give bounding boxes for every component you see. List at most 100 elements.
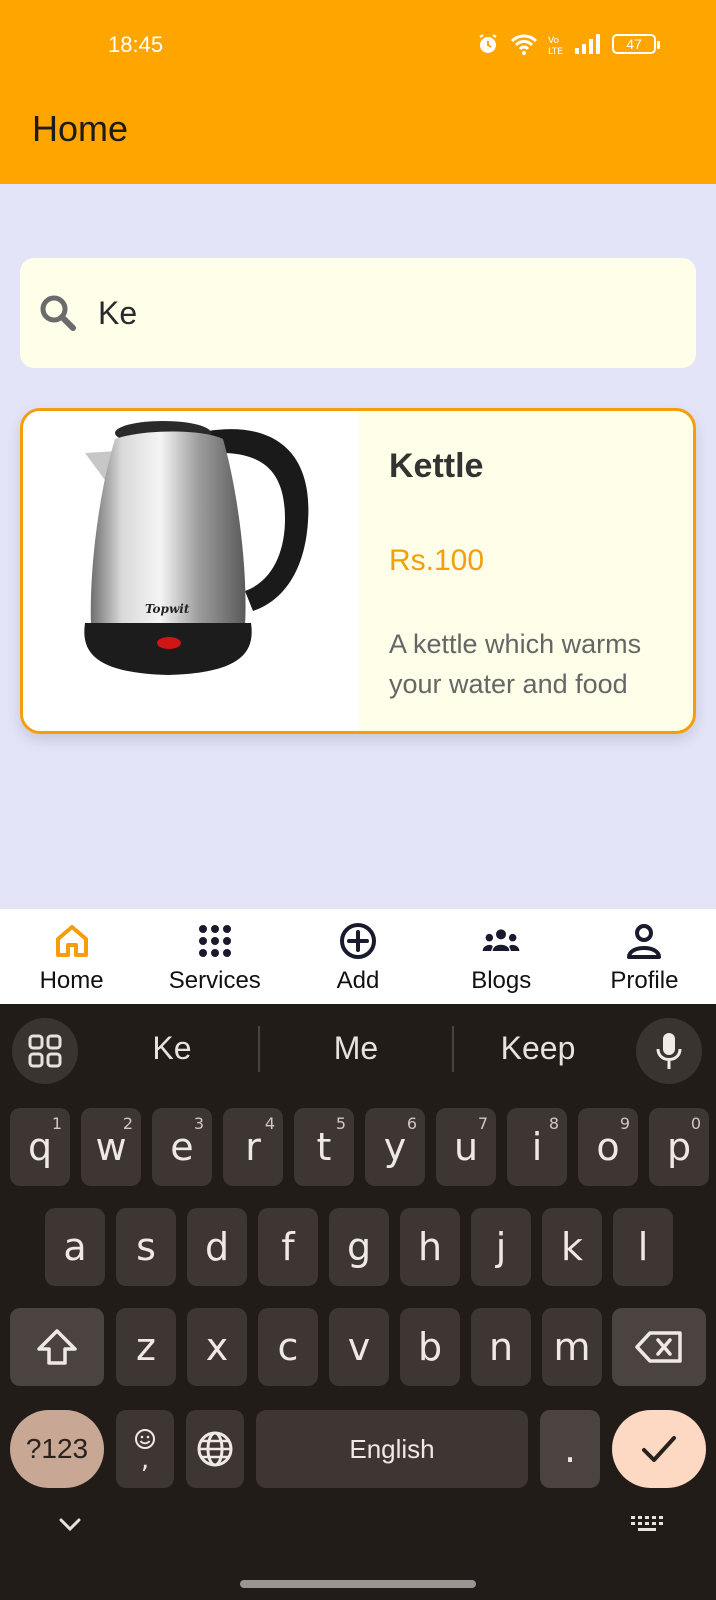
nav-services-label: Services — [168, 967, 261, 994]
key-f[interactable]: f — [258, 1208, 318, 1286]
key-x-label: x — [205, 1325, 229, 1369]
key-y[interactable]: y6 — [365, 1108, 425, 1186]
volte-icon: VoLTE — [548, 36, 563, 56]
backspace-icon — [635, 1331, 682, 1363]
key-y-label: y — [383, 1125, 407, 1169]
key-z-label: z — [136, 1325, 156, 1369]
kettle-image: Topwit — [84, 421, 309, 675]
nav-add-label: Add — [336, 967, 380, 994]
shift-key[interactable] — [10, 1308, 104, 1386]
nav-add[interactable]: Add — [286, 909, 429, 1004]
status-time: 18:45 — [108, 32, 164, 57]
nav-profile-label: Profile — [610, 967, 679, 994]
suggestion-bar: Ke Me Keep — [0, 1004, 716, 1094]
symbols-key[interactable]: ?123 — [10, 1410, 104, 1488]
nav-home[interactable]: Home — [0, 909, 143, 1004]
nav-profile[interactable]: Profile — [573, 909, 716, 1004]
key-e-label: e — [170, 1125, 194, 1169]
key-c[interactable]: c — [258, 1308, 318, 1386]
nav-blogs[interactable]: Blogs — [430, 909, 573, 1004]
suggestion-2[interactable]: Me — [276, 1030, 436, 1067]
shift-icon — [37, 1329, 77, 1365]
key-f-label: f — [281, 1225, 295, 1269]
grid-dots-icon — [198, 925, 231, 957]
suggestion-1[interactable]: Ke — [92, 1030, 252, 1067]
key-o-hint: 9 — [619, 1114, 630, 1133]
hide-keyboard-icon[interactable] — [58, 1516, 82, 1532]
nav-home-label: Home — [39, 967, 104, 994]
nav-services[interactable]: Services — [143, 909, 286, 1004]
key-h[interactable]: h — [400, 1208, 460, 1286]
comma-label: , — [140, 1445, 150, 1475]
key-l[interactable]: l — [613, 1208, 673, 1286]
product-description: A kettle which warms your water and food — [389, 629, 642, 699]
key-t-hint: 5 — [335, 1114, 346, 1133]
nav-blogs-label: Blogs — [471, 967, 532, 994]
keyboard-menu-button[interactable] — [12, 1018, 78, 1084]
key-s[interactable]: s — [116, 1208, 176, 1286]
key-l-label: l — [637, 1225, 649, 1269]
language-key[interactable] — [186, 1410, 244, 1488]
period-label: . — [563, 1427, 577, 1471]
key-m[interactable]: m — [542, 1308, 602, 1386]
search-input[interactable] — [98, 283, 696, 343]
product-info: Kettle Rs.100 A kettle which warms your … — [359, 411, 693, 731]
key-j-label: j — [495, 1225, 507, 1269]
globe-icon — [197, 1431, 233, 1467]
key-k[interactable]: k — [542, 1208, 602, 1286]
voice-input-button[interactable] — [636, 1018, 702, 1084]
key-p-hint: 0 — [690, 1114, 701, 1133]
key-o[interactable]: o9 — [578, 1108, 638, 1186]
keyboard-switch-icon[interactable] — [630, 1514, 664, 1536]
key-m-label: m — [553, 1325, 591, 1369]
key-u[interactable]: u7 — [436, 1108, 496, 1186]
key-e[interactable]: e3 — [152, 1108, 212, 1186]
key-z[interactable]: z — [116, 1308, 176, 1386]
key-e-hint: 3 — [193, 1114, 204, 1133]
suggestion-3[interactable]: Keep — [458, 1030, 618, 1067]
key-i[interactable]: i8 — [507, 1108, 567, 1186]
key-g[interactable]: g — [329, 1208, 389, 1286]
key-d[interactable]: d — [187, 1208, 247, 1286]
key-q-label: q — [27, 1125, 53, 1169]
emoji-comma-key[interactable]: , — [116, 1410, 174, 1488]
key-c-label: c — [277, 1325, 299, 1369]
key-j[interactable]: j — [471, 1208, 531, 1286]
key-p[interactable]: p0 — [649, 1108, 709, 1186]
product-card[interactable]: Topwit Kettle Rs.100 A kettle which warm… — [20, 408, 696, 734]
key-b[interactable]: b — [400, 1308, 460, 1386]
key-r[interactable]: r4 — [223, 1108, 283, 1186]
product-image: Topwit — [23, 411, 359, 731]
space-key[interactable]: English — [256, 1410, 528, 1488]
key-i-label: i — [531, 1125, 543, 1169]
microphone-icon — [656, 1033, 682, 1069]
plus-circle-icon — [340, 923, 376, 959]
app-bar: 18:45 Vo LTE 47 Home — [0, 0, 716, 184]
backspace-key[interactable] — [612, 1308, 706, 1386]
kettle-brand-logo: Topwit — [145, 602, 190, 616]
key-n[interactable]: n — [471, 1308, 531, 1386]
key-w[interactable]: w2 — [81, 1108, 141, 1186]
suggestion-divider — [452, 1026, 454, 1072]
bottom-navigation: Home Services Add Blogs Profile — [0, 908, 716, 1004]
key-q[interactable]: q1 — [10, 1108, 70, 1186]
search-bar[interactable] — [20, 258, 696, 368]
key-u-hint: 7 — [477, 1114, 488, 1133]
key-b-label: b — [417, 1325, 443, 1369]
key-a-label: a — [63, 1225, 87, 1269]
key-x[interactable]: x — [187, 1308, 247, 1386]
key-t[interactable]: t5 — [294, 1108, 354, 1186]
key-v-label: v — [347, 1325, 371, 1369]
key-i-hint: 8 — [548, 1114, 559, 1133]
key-r-label: r — [245, 1125, 261, 1169]
key-s-label: s — [136, 1225, 156, 1269]
enter-key[interactable] — [612, 1410, 706, 1488]
key-h-label: h — [417, 1225, 443, 1269]
key-a[interactable]: a — [45, 1208, 105, 1286]
period-key[interactable]: . — [540, 1410, 600, 1488]
key-t-label: t — [316, 1125, 332, 1169]
home-indicator[interactable] — [240, 1580, 476, 1588]
signal-icon — [575, 34, 600, 54]
key-u-label: u — [453, 1125, 479, 1169]
key-v[interactable]: v — [329, 1308, 389, 1386]
